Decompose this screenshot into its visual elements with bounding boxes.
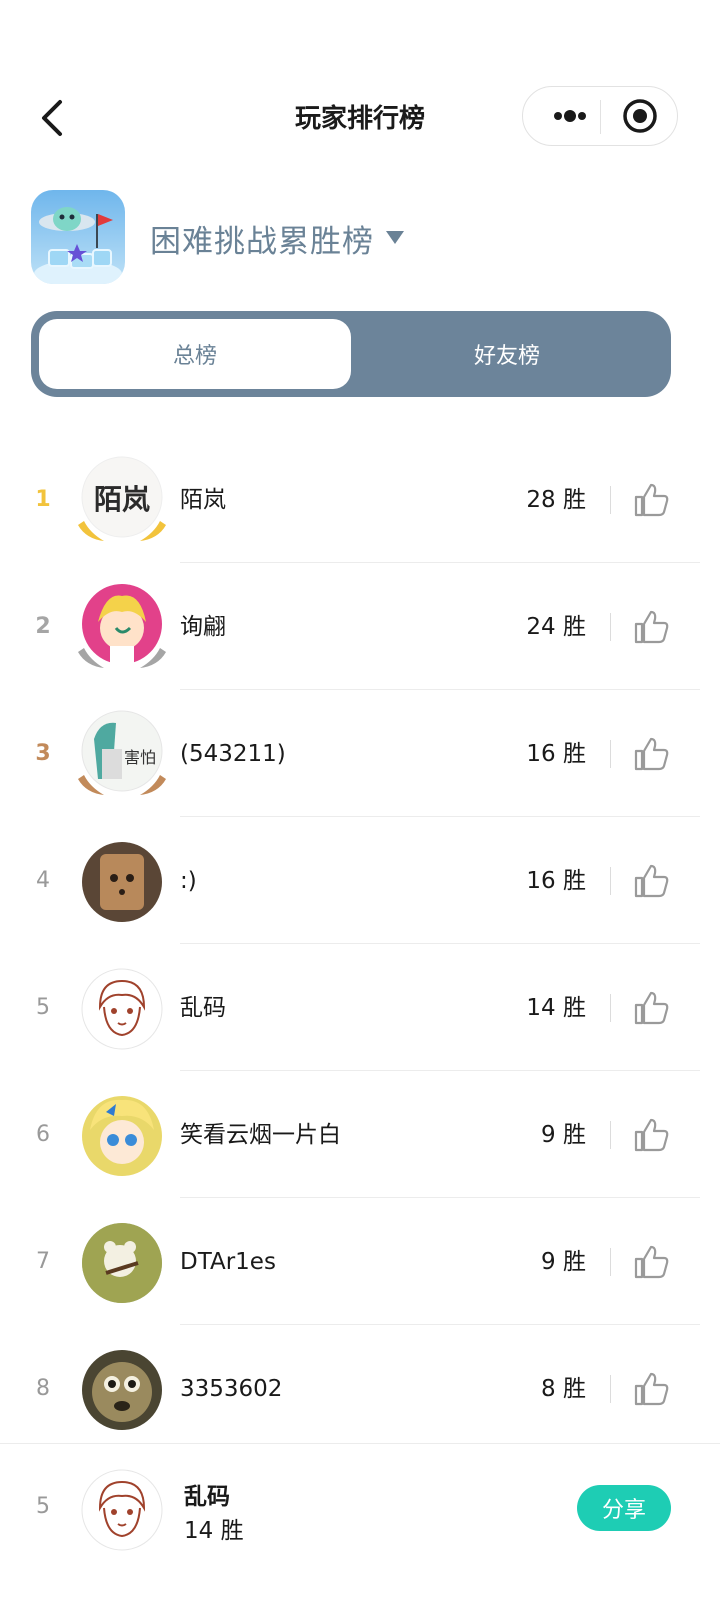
divider	[610, 486, 611, 514]
rank-number: 5	[36, 995, 50, 1020]
win-count: 9 胜	[541, 1249, 586, 1275]
win-count: 9 胜	[541, 1122, 586, 1148]
avatar	[82, 1223, 162, 1303]
thumbs-up-icon[interactable]	[632, 608, 670, 646]
player-name: 询翩	[180, 614, 226, 640]
my-win-count: 14 胜	[184, 1518, 244, 1544]
rank-number: 8	[36, 1376, 50, 1401]
win-count: 8 胜	[541, 1376, 586, 1402]
win-count: 24 胜	[526, 614, 586, 640]
rank-number: 7	[36, 1249, 50, 1274]
avatar	[82, 1096, 162, 1176]
my-rank-bar: 5 乱码 14 胜 分享	[0, 1443, 720, 1609]
player-name: DTAr1es	[180, 1249, 276, 1275]
avatar	[78, 584, 166, 668]
divider	[610, 1375, 611, 1403]
leaderboard-row[interactable]: 5 乱码 14 胜	[0, 945, 720, 1071]
row-divider	[180, 943, 700, 944]
mini-program-capsule	[522, 86, 678, 146]
player-name: :)	[180, 868, 197, 894]
leaderboard-row[interactable]: 7 DTAr1es 9 胜	[0, 1199, 720, 1325]
leaderboard-row[interactable]: 6 笑看云烟一片白 9 胜	[0, 1072, 720, 1198]
thumbs-up-icon[interactable]	[632, 989, 670, 1027]
win-count: 16 胜	[526, 868, 586, 894]
win-count: 28 胜	[526, 487, 586, 513]
game-icon	[31, 190, 125, 284]
divider	[610, 867, 611, 895]
my-player-name: 乱码	[184, 1484, 230, 1510]
row-divider	[180, 1197, 700, 1198]
player-name: 乱码	[180, 995, 226, 1021]
avatar	[81, 968, 163, 1050]
row-divider	[180, 689, 700, 690]
nav-bar: 玩家排行榜	[0, 0, 720, 160]
thumbs-up-icon[interactable]	[632, 1116, 670, 1154]
rank-number: 6	[36, 1122, 50, 1147]
board-name: 困难挑战累胜榜	[150, 223, 374, 260]
divider	[610, 1248, 611, 1276]
avatar	[82, 842, 162, 922]
player-name: 笑看云烟一片白	[180, 1122, 341, 1148]
win-count: 14 胜	[526, 995, 586, 1021]
rank-number: 2	[35, 614, 51, 639]
thumbs-up-icon[interactable]	[632, 862, 670, 900]
leaderboard-row[interactable]: 1 陌岚 陌岚 28 胜	[0, 437, 720, 563]
divider	[610, 740, 611, 768]
divider	[610, 1121, 611, 1149]
avatar	[82, 1350, 162, 1430]
my-rank-number: 5	[36, 1494, 50, 1519]
rank-number: 3	[35, 741, 51, 766]
leaderboard-row[interactable]: 8 3353602 8 胜	[0, 1326, 720, 1452]
divider	[610, 994, 611, 1022]
row-divider	[180, 1070, 700, 1071]
player-name: (543211)	[180, 741, 286, 767]
player-name: 3353602	[180, 1376, 283, 1402]
target-circle-icon[interactable]	[618, 95, 662, 137]
win-count: 16 胜	[526, 741, 586, 767]
thumbs-up-icon[interactable]	[632, 481, 670, 519]
divider	[610, 613, 611, 641]
row-divider	[180, 562, 700, 563]
leaderboard-row[interactable]: 4 :) 16 胜	[0, 818, 720, 944]
thumbs-up-icon[interactable]	[632, 1370, 670, 1408]
rank-number: 1	[35, 487, 51, 512]
avatar-text: 陌岚	[94, 483, 150, 516]
caret-down-icon	[386, 231, 404, 244]
avatar: 害怕	[78, 710, 166, 795]
avatar-text: 害怕	[124, 748, 156, 767]
leaderboard-tabs: 总榜 好友榜	[31, 311, 671, 397]
thumbs-up-icon[interactable]	[632, 1243, 670, 1281]
more-dots-icon[interactable]	[537, 95, 599, 137]
row-divider	[180, 816, 700, 817]
capsule-divider	[600, 100, 601, 134]
leaderboard-row[interactable]: 2 询翩 24 胜	[0, 564, 720, 690]
avatar: 陌岚	[78, 456, 166, 541]
board-selector[interactable]: 困难挑战累胜榜	[150, 214, 404, 262]
rank-number: 4	[36, 868, 50, 893]
leaderboard-row[interactable]: 3 害怕 (543211) 16 胜	[0, 691, 720, 817]
row-divider	[180, 1324, 700, 1325]
tab-friends[interactable]: 好友榜	[351, 319, 663, 389]
player-name: 陌岚	[180, 487, 226, 513]
tab-overall[interactable]: 总榜	[39, 319, 351, 389]
thumbs-up-icon[interactable]	[632, 735, 670, 773]
share-button[interactable]: 分享	[577, 1485, 671, 1531]
my-avatar	[81, 1469, 163, 1551]
